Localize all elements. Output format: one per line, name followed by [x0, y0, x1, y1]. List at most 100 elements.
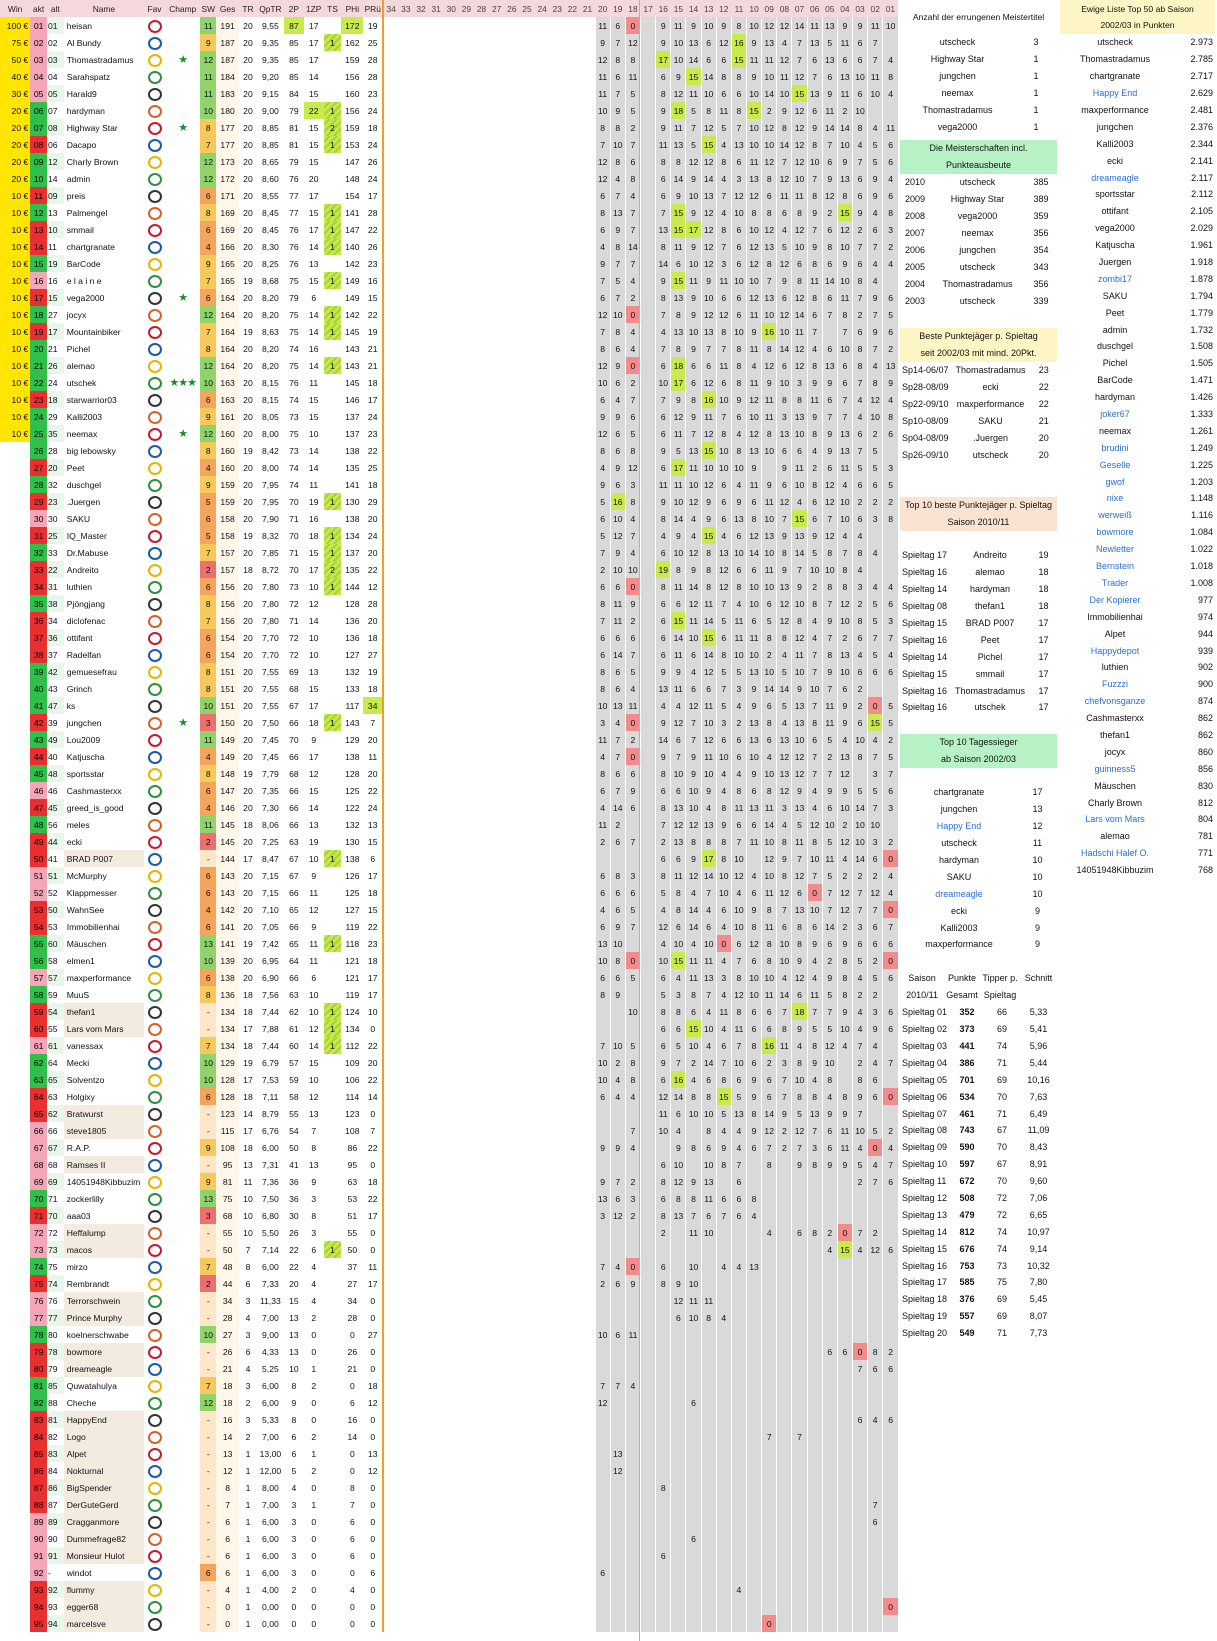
tip-cell [428, 238, 444, 255]
sw-cell: 7 [200, 544, 217, 561]
tip-cell: 2 [867, 867, 883, 884]
tip-cell [761, 1326, 777, 1343]
ts-cell: 1 [323, 204, 342, 221]
total-points-cell: 115 [216, 1122, 240, 1139]
tr-cell: 14 [243, 1108, 253, 1119]
champion-stars-cell [165, 1156, 201, 1173]
tip-cell: 7 [867, 629, 883, 646]
tr-cell: 20 [243, 343, 253, 354]
tip-cell [443, 544, 459, 561]
tip-cell: 13 [700, 816, 717, 833]
phi-cell: 138 [345, 445, 360, 456]
tip-cell [564, 1377, 580, 1394]
tip-cell: 12 [776, 51, 792, 68]
tip-cell: 9 [670, 527, 686, 544]
phi-cell: 4 [349, 1584, 355, 1595]
tip-cell [730, 1530, 747, 1547]
tip-cell [443, 1547, 459, 1564]
win-cell [0, 646, 30, 663]
tip-cell [549, 1445, 565, 1462]
mp-points: 356 [1033, 278, 1049, 289]
tip-cell [443, 68, 459, 85]
tr-cell: 20 [243, 700, 253, 711]
2p-cell: 63 [289, 989, 299, 1000]
tip-cell: 6 [594, 391, 611, 408]
tip-cell [564, 1394, 580, 1411]
tip-cell: 6 [700, 680, 717, 697]
win-cell [0, 1207, 30, 1224]
tip-cell [397, 1292, 414, 1309]
top10-row: Spieltag 17 Andreito 19 [900, 547, 1057, 564]
club-emblem-icon [147, 1549, 162, 1563]
tip-cell [412, 442, 429, 459]
tip-cell: 8 [655, 289, 671, 306]
tip-cell [579, 1428, 596, 1445]
tip-cell: 8 [685, 833, 702, 850]
tip-cell [412, 1479, 429, 1496]
player-name: bowmore [63, 1343, 145, 1360]
player-name: Harald9 [66, 88, 97, 99]
phi-cell: 121 [345, 972, 360, 983]
tip-cell [640, 1241, 656, 1258]
phi-cell: 135 [345, 564, 360, 575]
total-points-cell: 0 [216, 1598, 240, 1615]
tip-cell [518, 187, 535, 204]
tip-cell: 8 [776, 391, 792, 408]
tip-cell [776, 1343, 792, 1360]
tip-cell: 9 [791, 952, 808, 969]
1zp-cell: 9 [311, 734, 317, 745]
tip-cell [564, 748, 580, 765]
tip-cell: 6 [745, 612, 762, 629]
tip-cell: 8 [761, 901, 777, 918]
tip-cell [443, 884, 459, 901]
tr-cell: 20 [243, 20, 253, 31]
ts-cell [324, 697, 342, 714]
tip-cell: 4 [851, 1139, 868, 1156]
tip-cell [564, 1564, 580, 1581]
tip-cell: 8 [806, 714, 823, 731]
tip-cell [851, 1564, 868, 1581]
tip-cell [594, 1445, 611, 1462]
tip-cell: 9 [670, 1275, 686, 1292]
total-points-cell: 144 [216, 850, 240, 867]
tip-cell [458, 374, 474, 391]
tip-cell: 16 [730, 34, 747, 51]
tip-cell: 9 [882, 374, 898, 391]
tip-cell: 4 [882, 578, 898, 595]
tip-cell [428, 374, 444, 391]
tip-cell: 15 [670, 952, 686, 969]
2p-cell: 10 [289, 1363, 299, 1374]
ts-cell [324, 901, 342, 918]
tip-cell [518, 1156, 535, 1173]
tip-cell [670, 1258, 686, 1275]
tip-cell [488, 1020, 505, 1037]
rank-cell: 63 [30, 1071, 47, 1088]
tip-cell [412, 1462, 429, 1479]
tip-cell [397, 663, 414, 680]
tip-cell: 6 [685, 374, 702, 391]
total-points-cell: 18 [216, 1377, 240, 1394]
tip-cell: 9 [609, 986, 626, 1003]
tip-cell [518, 238, 535, 255]
favorite-club-cell [144, 578, 165, 595]
tip-cell [518, 833, 535, 850]
tip-cell [730, 1275, 747, 1292]
total-points-cell: 160 [216, 425, 240, 442]
tip-cell: 8 [882, 68, 898, 85]
1zp-cell: 10 [308, 1074, 319, 1085]
club-emblem-icon [147, 1294, 162, 1308]
player-name: Klappmesser [66, 887, 117, 898]
tip-cell [821, 1462, 838, 1479]
phi-cell: 0 [349, 1567, 355, 1578]
tip-cell [806, 1428, 823, 1445]
tip-cell: 15 [670, 221, 686, 238]
tip-cell [518, 425, 535, 442]
tip-cell: 12 [791, 357, 808, 374]
tip-cell [458, 1190, 474, 1207]
tip-cell [579, 1360, 596, 1377]
prev-rank-cell: 08 [46, 119, 64, 136]
tip-cell: 2 [806, 578, 823, 595]
tip-cell [867, 1105, 883, 1122]
2p-cell: 6 [291, 1431, 297, 1442]
tip-cell [655, 1564, 671, 1581]
